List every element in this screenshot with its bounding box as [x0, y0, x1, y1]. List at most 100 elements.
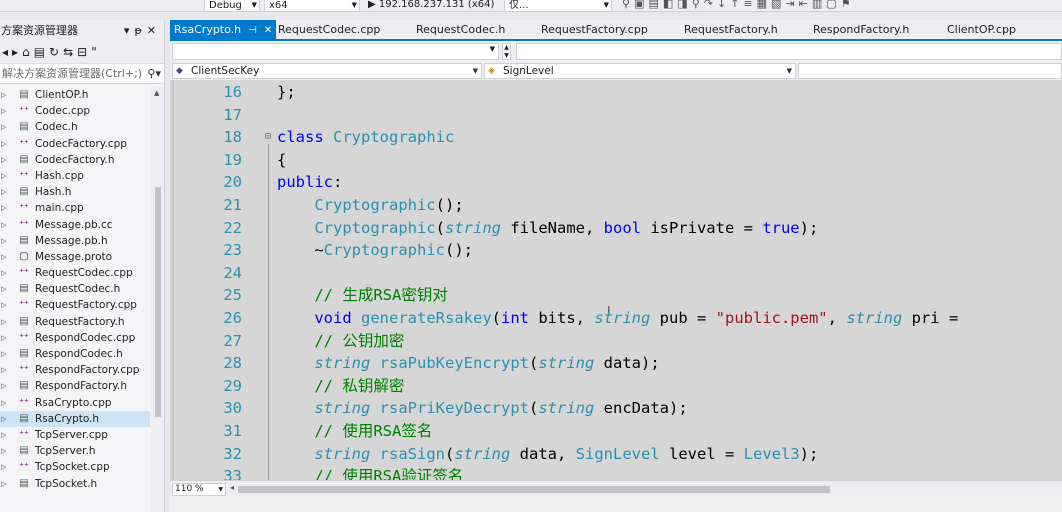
code-line[interactable]: 27 // 公钥加密 [170, 330, 1062, 353]
expand-arrow-icon[interactable]: ▷ [1, 152, 6, 168]
expand-arrow-icon[interactable]: ▷ [1, 443, 6, 459]
expand-arrow-icon[interactable]: ▷ [1, 427, 6, 443]
code-line[interactable]: 17 [170, 104, 1062, 127]
scroll-left-icon[interactable]: ◂ [230, 483, 234, 492]
config-dropdown[interactable]: Debug ▼ [204, 0, 260, 11]
tree-item[interactable]: ▷ ⁺⁺ RsaCrypto.cpp [0, 395, 150, 411]
expand-arrow-icon[interactable]: ▷ [1, 330, 6, 346]
pin-icon[interactable]: ⊣ [248, 25, 257, 36]
zoom-dropdown[interactable]: 110 % ▼ [172, 483, 226, 496]
code-line[interactable]: 26 void generateRsakey(int bits, string … [170, 307, 1062, 330]
debug-target-dropdown[interactable]: 仅... ▼ [504, 0, 612, 11]
scroll-up-icon[interactable]: ▲ [154, 89, 159, 97]
function-dropdown[interactable] [798, 63, 1062, 79]
expand-arrow-icon[interactable]: ▷ [1, 395, 6, 411]
code-line[interactable]: 21 Cryptographic(); [170, 194, 1062, 217]
format-icon[interactable]: ≡ [743, 0, 756, 10]
expand-arrow-icon[interactable]: ▷ [1, 217, 6, 233]
tree-item[interactable]: ▷ ⁺⁺ RespondCodec.cpp [0, 330, 150, 346]
flag-icon[interactable]: ⚑ [841, 0, 855, 10]
tree-item[interactable]: ▷ ▤ TcpSocket.h [0, 476, 150, 492]
tab-clientop-cpp[interactable]: ClientOP.cpp [947, 20, 1016, 39]
tree-item[interactable]: ▷ ⁺⁺ RequestFactory.cpp [0, 297, 150, 313]
tab-requestcodec-h[interactable]: RequestCodec.h [416, 20, 505, 39]
bookmark-prev-icon[interactable]: ◧ [663, 0, 677, 10]
tree-item[interactable]: ▷ ▤ RespondCodec.h [0, 346, 150, 362]
tree-item[interactable]: ▷ ▤ TcpServer.h [0, 443, 150, 459]
expand-arrow-icon[interactable]: ▷ [1, 346, 6, 362]
split-editor-button[interactable]: ▲ ▼ [502, 43, 511, 60]
expand-arrow-icon[interactable]: ▷ [1, 297, 6, 313]
search-icon[interactable]: ⚲ [692, 0, 704, 10]
search-icon[interactable]: ⚲▾ [147, 64, 161, 83]
scrollbar-thumb[interactable] [155, 187, 161, 417]
folder-icon[interactable]: ▤ [648, 0, 662, 10]
step-out-icon[interactable]: ↑ [730, 0, 743, 10]
expand-arrow-icon[interactable]: ▷ [1, 459, 6, 475]
back-icon[interactable]: ◂ [2, 45, 12, 59]
platform-dropdown[interactable]: x64 ▼ [264, 0, 360, 11]
tree-item[interactable]: ▷ ▤ RespondFactory.h [0, 378, 150, 394]
expand-arrow-icon[interactable]: ▷ [1, 362, 6, 378]
code-line[interactable]: 18 ⊟ class Cryptographic [170, 126, 1062, 149]
expand-arrow-icon[interactable]: ▷ [1, 87, 6, 103]
code-line[interactable]: 24 [170, 262, 1062, 285]
tree-item[interactable]: ▷ ⁺⁺ RequestCodec.cpp [0, 265, 150, 281]
code-line[interactable]: 22 Cryptographic(string fileName, bool i… [170, 217, 1062, 240]
tree-item[interactable]: ▷ ⁺⁺ main.cpp [0, 200, 150, 216]
indent-icon[interactable]: ⇥ [785, 0, 798, 10]
tab-requestfactory-cpp[interactable]: RequestFactory.cpp [541, 20, 648, 39]
tree-item[interactable]: ▷ ⁺⁺ Codec.cpp [0, 103, 150, 119]
expand-arrow-icon[interactable]: ▷ [1, 411, 6, 427]
window-menu-icon[interactable]: ▾ [124, 24, 135, 37]
pin-icon[interactable]: ᵽ [134, 24, 146, 37]
code-line[interactable]: 20 public: [170, 171, 1062, 194]
switch-view-icon[interactable]: ▤ [34, 45, 49, 59]
expand-arrow-icon[interactable]: ▷ [1, 281, 6, 297]
tree-item[interactable]: ▷ ⁺⁺ Message.pb.cc [0, 217, 150, 233]
expand-arrow-icon[interactable]: ▷ [1, 314, 6, 330]
member-dropdown[interactable]: ◈ SignLevel ▼ [484, 63, 796, 79]
find-icon[interactable]: ⚲ [622, 0, 634, 10]
tab-requestcodec-cpp[interactable]: RequestCodec.cpp [278, 20, 380, 39]
collapse-icon[interactable]: ⊟ [265, 126, 271, 149]
run-debugger-button[interactable]: ▶ 192.168.237.131 (x64) [368, 0, 496, 11]
close-icon[interactable]: ✕ [264, 25, 272, 36]
code-line[interactable]: 29 // 私钥解密 [170, 375, 1062, 398]
code-line[interactable]: 19 { [170, 149, 1062, 172]
code-line[interactable]: 16}; [170, 81, 1062, 104]
code-line[interactable]: 28 string rsaPubKeyEncrypt(string data); [170, 352, 1062, 375]
tree-item[interactable]: ▷ ▤ ClientOP.h [0, 87, 150, 103]
code-line[interactable]: 25 // 生成RSA密钥对 [170, 284, 1062, 307]
horizontal-scrollbar-thumb[interactable] [238, 486, 830, 493]
tree-item[interactable]: ▷ ⁺⁺ TcpSocket.cpp [0, 459, 150, 475]
home-icon[interactable]: ⌂ [22, 45, 34, 59]
toolbar-icons[interactable]: ⚲▣▤◧◨⚲↷↓↑≡▦▧⇥⇤▥▢⚑ [622, 0, 855, 10]
tab-respondfactory-h[interactable]: RespondFactory.h [813, 20, 909, 39]
outdent-icon[interactable]: ⇤ [799, 0, 812, 10]
expand-arrow-icon[interactable]: ▷ [1, 119, 6, 135]
expand-arrow-icon[interactable]: ▷ [1, 476, 6, 492]
sync-icon[interactable]: ⇆ [63, 45, 77, 59]
expand-arrow-icon[interactable]: ▷ [1, 378, 6, 394]
solution-scrollbar[interactable]: ▲ [151, 87, 164, 512]
code-line[interactable]: 23 ~Cryptographic(); [170, 239, 1062, 262]
code-line[interactable]: 33 // 使用RSA验证签名 [170, 465, 1062, 480]
expand-arrow-icon[interactable]: ▷ [1, 249, 6, 265]
history-icon[interactable]: ↻ [49, 45, 63, 59]
bookmark-icon[interactable]: ▣ [634, 0, 648, 10]
tab-rsacrypto-h[interactable]: RsaCrypto.h ⊣ ✕ [170, 20, 277, 39]
close-icon[interactable]: ✕ [147, 24, 161, 37]
expand-arrow-icon[interactable]: ▷ [1, 233, 6, 249]
expand-arrow-icon[interactable]: ▷ [1, 265, 6, 281]
expand-arrow-icon[interactable]: ▷ [1, 103, 6, 119]
scope-dropdown[interactable]: ◆ ClientSecKey ▼ [172, 63, 482, 79]
expand-arrow-icon[interactable]: ▷ [1, 184, 6, 200]
tree-item[interactable]: ▷ ⁺⁺ CodecFactory.cpp [0, 136, 150, 152]
tree-item[interactable]: ▷ ⁺⁺ Hash.cpp [0, 168, 150, 184]
tree-item[interactable]: ▷ ▤ Codec.h [0, 119, 150, 135]
code-line[interactable]: 32 string rsaSign(string data, SignLevel… [170, 443, 1062, 466]
tree-item[interactable]: ▷ ▢ Message.proto [0, 249, 150, 265]
collapse-all-icon[interactable]: ⊟ [77, 45, 91, 59]
uncomment-icon[interactable]: ▧ [771, 0, 785, 10]
